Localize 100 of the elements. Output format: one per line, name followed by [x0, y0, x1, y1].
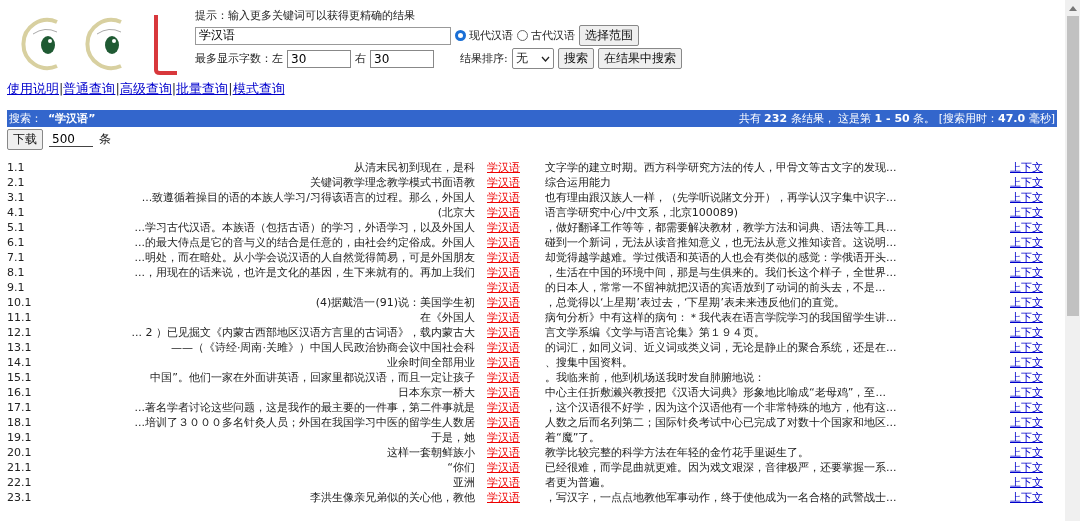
scope-button[interactable]: 选择范围 [579, 25, 639, 46]
context-link[interactable]: 上下文 [1010, 446, 1043, 459]
link-separator: | [115, 81, 120, 96]
keyword-link[interactable]: 学汉语 [487, 446, 520, 459]
context-link[interactable]: 上下文 [1010, 236, 1043, 249]
context-link[interactable]: 上下文 [1010, 371, 1043, 384]
context-link[interactable]: 上下文 [1010, 281, 1043, 294]
context-link[interactable]: 上下文 [1010, 176, 1043, 189]
row-number: 15.1 [7, 370, 33, 385]
link-separator: | [171, 81, 177, 96]
right-context: 却觉得越学越难。学过俄语和英语的人也会有类似的感觉：学俄语开头... [545, 251, 897, 264]
context-link[interactable]: 上下文 [1010, 491, 1043, 504]
row-number: 23.1 [7, 490, 33, 505]
keyword-link[interactable]: 学汉语 [487, 296, 520, 309]
right-context: 着“魔”了。 [545, 431, 601, 444]
keyword-link[interactable]: 学汉语 [487, 341, 520, 354]
scroll-up-icon[interactable] [1068, 6, 1077, 11]
keyword-link[interactable]: 学汉语 [487, 431, 520, 444]
context-link[interactable]: 上下文 [1010, 161, 1043, 174]
row-number: 18.1 [7, 415, 33, 430]
right-chars-field[interactable]: 30 [370, 49, 434, 68]
row-number: 4.1 [7, 205, 26, 220]
radio-label: 现代汉语 [469, 28, 513, 43]
context-link[interactable]: 上下文 [1010, 206, 1043, 219]
keyword-link[interactable]: 学汉语 [487, 476, 520, 489]
keyword-link[interactable]: 学汉语 [487, 416, 520, 429]
context-link[interactable]: 上下文 [1010, 191, 1043, 204]
search-in-results-button[interactable]: 在结果中搜索 [597, 48, 682, 69]
context-link[interactable]: 上下文 [1010, 326, 1043, 339]
keyword-link[interactable]: 学汉语 [487, 311, 520, 324]
keyword-link[interactable]: 学汉语 [487, 491, 520, 504]
left-context: ...著名学者讨论这些问题，这是我作的最主要的一件事，第二件事就是 [134, 401, 475, 414]
search-field[interactable]: 学汉语 [195, 26, 451, 45]
query-label: 搜索： [9, 112, 42, 125]
keyword-link[interactable]: 学汉语 [487, 401, 520, 414]
context-link[interactable]: 上下文 [1010, 221, 1043, 234]
download-count-field[interactable]: 500 [49, 132, 93, 147]
right-context: 已经很难，而学昆曲就更难。因为戏文艰深，音律极严，还要掌握一系... [545, 461, 897, 474]
left-context: 这样一套朝鲜族小 [387, 446, 475, 459]
left-context: 在《外国人 [420, 311, 475, 324]
context-link[interactable]: 上下文 [1010, 296, 1043, 309]
context-link[interactable]: 上下文 [1010, 416, 1043, 429]
right-context: ，生活在中国的环境中间，那是与生俱来的。我们长这个样子，全世界... [545, 266, 897, 279]
row-number: 7.1 [7, 250, 26, 265]
keyword-link[interactable]: 学汉语 [487, 356, 520, 369]
sort-label: 结果排序: [460, 51, 508, 66]
keyword-link[interactable]: 学汉语 [487, 236, 520, 249]
context-link[interactable]: 上下文 [1010, 266, 1043, 279]
keyword-link[interactable]: 学汉语 [487, 386, 520, 399]
search-button[interactable]: 搜索 [557, 48, 594, 69]
download-button[interactable]: 下载 [7, 129, 43, 150]
keyword-link[interactable]: 学汉语 [487, 281, 520, 294]
right-context: 中心主任折敷濑兴教授把《汉语大词典》形象地比喻成“老母鸡”，至... [545, 386, 886, 399]
context-link[interactable]: 上下文 [1010, 311, 1043, 324]
row-number: 19.1 [7, 430, 33, 445]
context-link[interactable]: 上下文 [1010, 431, 1043, 444]
row-number: 16.1 [7, 385, 33, 400]
keyword-link[interactable]: 学汉语 [487, 326, 520, 339]
query-text: “学汉语” [48, 112, 96, 125]
result-stats: 共有 232 条结果， 这是第 1 - 50 条。 [搜索用时：47.0 毫秒] [738, 111, 1055, 126]
row-number: 10.1 [7, 295, 33, 310]
keyword-link[interactable]: 学汉语 [487, 206, 520, 219]
context-link[interactable]: 上下文 [1010, 461, 1043, 474]
keyword-link[interactable]: 学汉语 [487, 266, 520, 279]
right-context: 、搜集中国资料。 [545, 356, 633, 369]
context-link[interactable]: 上下文 [1010, 251, 1043, 264]
row-number: 8.1 [7, 265, 26, 280]
nav-link[interactable]: 使用说明 [7, 81, 59, 96]
keyword-link[interactable]: 学汉语 [487, 161, 520, 174]
row-number: 20.1 [7, 445, 33, 460]
context-link[interactable]: 上下文 [1010, 386, 1043, 399]
keyword-link[interactable]: 学汉语 [487, 251, 520, 264]
context-link[interactable]: 上下文 [1010, 356, 1043, 369]
context-link[interactable]: 上下文 [1010, 341, 1043, 354]
row-number: 2.1 [7, 175, 26, 190]
context-link[interactable]: 上下文 [1010, 476, 1043, 489]
keyword-link[interactable]: 学汉语 [487, 371, 520, 384]
left-context: 李洪生像亲兄弟似的关心他，教他 [310, 491, 475, 504]
nav-link[interactable]: 批量查询 [176, 81, 229, 96]
context-link[interactable]: 上下文 [1010, 401, 1043, 414]
radio-label: 古代汉语 [531, 28, 575, 43]
radio-button[interactable] [455, 30, 466, 41]
scrollbar[interactable] [1065, 0, 1080, 521]
left-chars-field[interactable]: 30 [287, 49, 351, 68]
chevron-down-icon [540, 55, 550, 62]
right-context: 者更为普遍。 [545, 476, 611, 489]
nav-link[interactable]: 普通查询 [63, 81, 116, 96]
keyword-link[interactable]: 学汉语 [487, 191, 520, 204]
left-context: ...明处，而在暗处。从小学会说汉语的人自然觉得简易，可是外国朋友 [134, 251, 475, 264]
keyword-link[interactable]: 学汉语 [487, 221, 520, 234]
left-context: 业余时间全部用业 [387, 356, 475, 369]
keyword-link[interactable]: 学汉语 [487, 461, 520, 474]
keyword-link[interactable]: 学汉语 [487, 176, 520, 189]
sort-dropdown[interactable]: 无 [511, 48, 554, 69]
scrollbar-thumb[interactable] [1066, 16, 1079, 316]
right-context: 的词汇，如同义词、近义词或类义词，无论是静止的聚合系统，还是在... [545, 341, 897, 354]
left-context: (4)据戴浩一(91)说：美国学生初 [315, 296, 475, 309]
row-number: 22.1 [7, 475, 33, 490]
right-context: 病句分析》中有这样的病句：＊我代表在语言学院学习的我国留学生讲... [545, 311, 897, 324]
row-number: 21.1 [7, 460, 33, 475]
